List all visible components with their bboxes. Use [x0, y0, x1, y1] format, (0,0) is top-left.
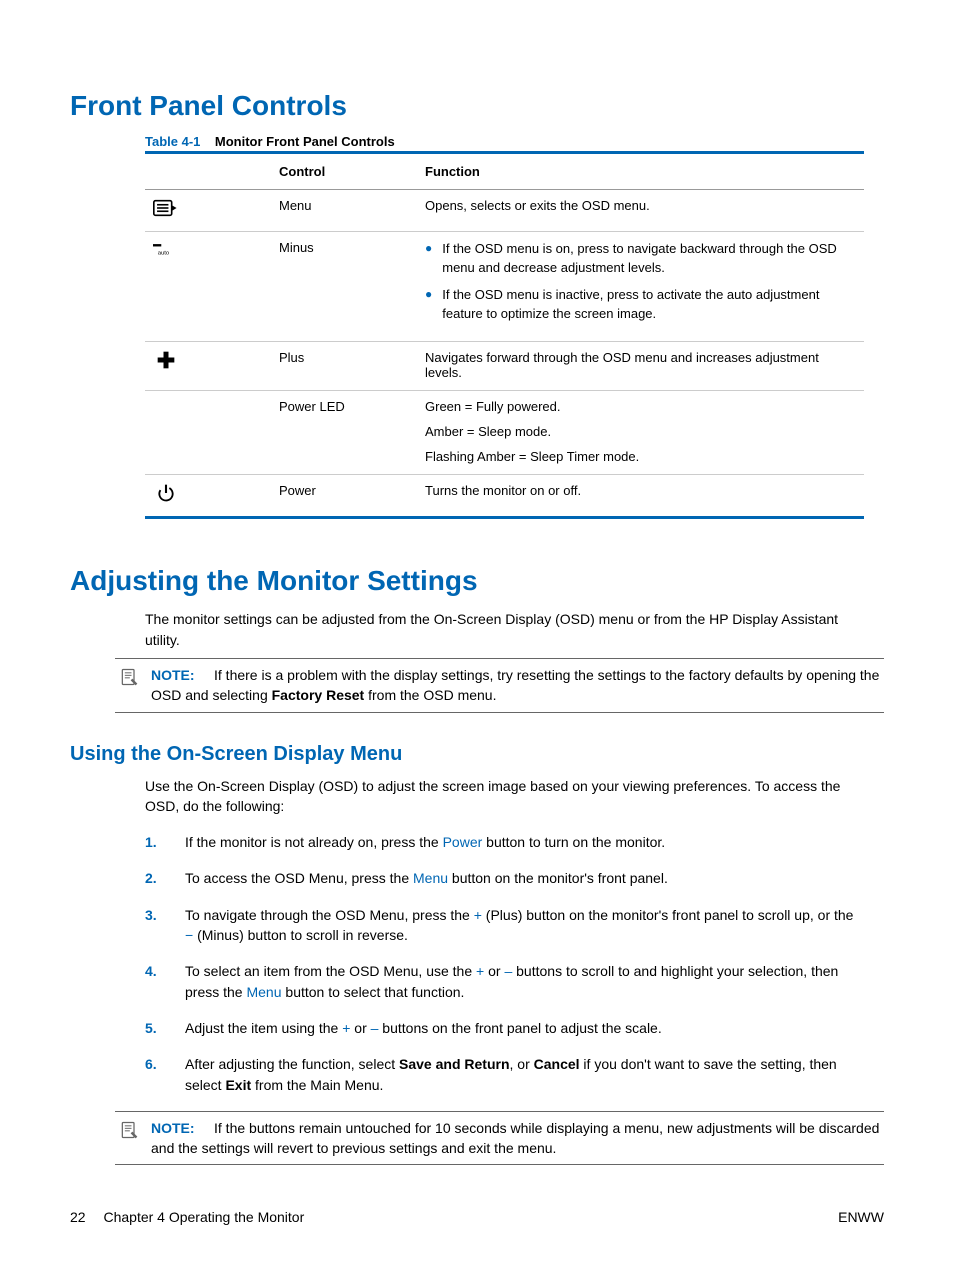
- note-text: If the buttons remain untouched for 10 s…: [151, 1120, 879, 1156]
- led-state: Green = Fully powered.: [425, 399, 856, 414]
- keyword-minus: −: [185, 927, 193, 943]
- list-item: To navigate through the OSD Menu, press …: [145, 905, 864, 946]
- power-icon: [153, 491, 179, 506]
- note-text: from the OSD menu.: [364, 687, 496, 703]
- bullet-icon: ●: [425, 240, 432, 278]
- note-block: NOTE: If there is a problem with the dis…: [115, 658, 884, 713]
- note-block: NOTE: If the buttons remain untouched fo…: [115, 1111, 884, 1166]
- table-row: Power LED Green = Fully powered. Amber =…: [145, 391, 864, 475]
- th-icon: [145, 153, 271, 190]
- page-number: 22: [70, 1209, 86, 1225]
- table-row: Power Turns the monitor on or off.: [145, 475, 864, 518]
- list-item: Adjust the item using the + or – buttons…: [145, 1018, 864, 1038]
- page-footer: 22 Chapter 4 Operating the Monitor ENWW: [70, 1209, 884, 1225]
- cell-control-name: Menu: [271, 190, 417, 232]
- cell-control-name: Power: [271, 475, 417, 518]
- heading-using-osd: Using the On-Screen Display Menu: [70, 743, 884, 766]
- osd-steps: If the monitor is not already on, press …: [145, 832, 884, 1095]
- cell-function: Green = Fully powered. Amber = Sleep mod…: [417, 391, 864, 475]
- cell-control-name: Power LED: [271, 391, 417, 475]
- bold-cancel: Cancel: [534, 1056, 580, 1072]
- table-row: Menu Opens, selects or exits the OSD men…: [145, 190, 864, 232]
- table-caption-title: Monitor Front Panel Controls: [215, 134, 395, 149]
- led-state: Flashing Amber = Sleep Timer mode.: [425, 449, 856, 464]
- list-item: After adjusting the function, select Sav…: [145, 1054, 864, 1095]
- keyword-power: Power: [443, 834, 483, 850]
- bold-exit: Exit: [225, 1077, 251, 1093]
- note-bold: Factory Reset: [272, 687, 365, 703]
- th-function: Function: [417, 153, 864, 190]
- cell-control-name: Minus: [271, 232, 417, 342]
- table-row: auto Minus ● If the OSD menu is on, pres…: [145, 232, 864, 342]
- osd-intro-paragraph: Use the On-Screen Display (OSD) to adjus…: [145, 776, 864, 817]
- minus-auto-icon: auto: [153, 248, 179, 263]
- list-item: To access the OSD Menu, press the Menu b…: [145, 868, 864, 888]
- cell-function: Navigates forward through the OSD menu a…: [417, 342, 864, 391]
- heading-adjusting-settings: Adjusting the Monitor Settings: [70, 565, 884, 597]
- note-label: NOTE:: [151, 1120, 195, 1136]
- menu-icon: [153, 206, 179, 221]
- bullet-icon: ●: [425, 286, 432, 324]
- plus-icon: [153, 358, 179, 373]
- bullet-text: If the OSD menu is inactive, press to ac…: [442, 286, 856, 324]
- table-row: Plus Navigates forward through the OSD m…: [145, 342, 864, 391]
- note-icon: [119, 1120, 139, 1145]
- note-icon: [119, 667, 139, 692]
- cell-function: ● If the OSD menu is on, press to naviga…: [417, 232, 864, 342]
- led-state: Amber = Sleep mode.: [425, 424, 856, 439]
- keyword-menu: Menu: [246, 984, 281, 1000]
- bullet-text: If the OSD menu is on, press to navigate…: [442, 240, 856, 278]
- cell-function: Opens, selects or exits the OSD menu.: [417, 190, 864, 232]
- intro-paragraph: The monitor settings can be adjusted fro…: [145, 609, 864, 650]
- note-text: If there is a problem with the display s…: [151, 667, 879, 703]
- list-item: To select an item from the OSD Menu, use…: [145, 961, 864, 1002]
- svg-text:auto: auto: [158, 251, 170, 257]
- bold-save-return: Save and Return: [399, 1056, 509, 1072]
- keyword-menu: Menu: [413, 870, 448, 886]
- chapter-title: Chapter 4 Operating the Monitor: [103, 1209, 304, 1225]
- list-item: If the monitor is not already on, press …: [145, 832, 864, 852]
- heading-front-panel-controls: Front Panel Controls: [70, 90, 884, 122]
- table-caption-prefix: Table 4-1: [145, 134, 200, 149]
- keyword-plus: +: [476, 963, 484, 979]
- cell-control-name: Plus: [271, 342, 417, 391]
- cell-function: Turns the monitor on or off.: [417, 475, 864, 518]
- footer-right: ENWW: [838, 1209, 884, 1225]
- keyword-plus: +: [474, 907, 482, 923]
- table-caption: Table 4-1 Monitor Front Panel Controls: [145, 134, 864, 149]
- note-label: NOTE:: [151, 667, 195, 683]
- controls-table: Control Function: [145, 151, 864, 519]
- th-control: Control: [271, 153, 417, 190]
